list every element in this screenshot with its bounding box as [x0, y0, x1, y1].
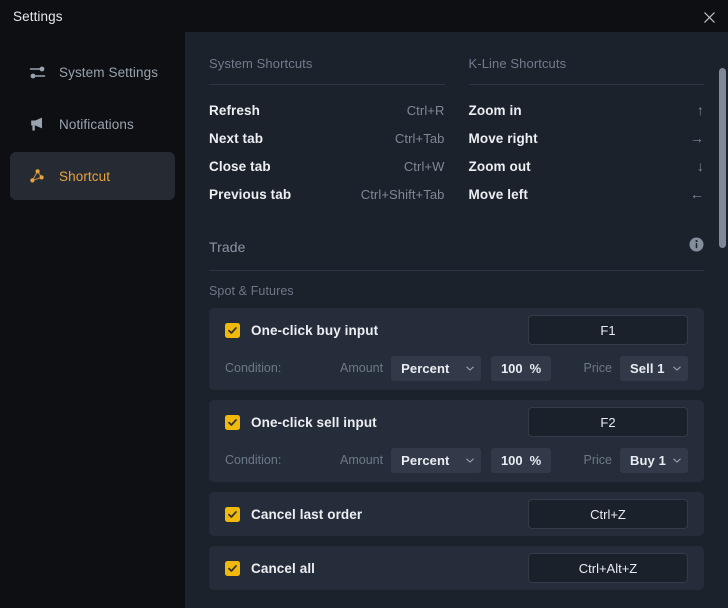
shortcut-name: Close tab: [209, 158, 271, 174]
shortcut-key: Ctrl+R: [406, 102, 445, 118]
trade-section-header: Trade: [209, 237, 704, 270]
shortcut-node-icon: [28, 167, 46, 185]
shortcut-row[interactable]: Refresh Ctrl+R: [209, 96, 445, 124]
amount-number: 100: [500, 360, 523, 376]
trade-card-label: One-click sell input: [251, 414, 377, 430]
divider: [468, 84, 704, 85]
system-shortcuts-column: System Shortcuts Refresh Ctrl+R Next tab…: [209, 56, 445, 208]
amount-value-input[interactable]: 100 %: [491, 355, 552, 381]
trade-title: Trade: [209, 239, 246, 255]
trade-card: Cancel all Ctrl+Alt+Z: [209, 546, 704, 590]
amount-number: 100: [500, 452, 523, 468]
amount-type-value: Percent: [401, 452, 450, 468]
shortcut-name: Move right: [468, 130, 538, 146]
kline-shortcuts-column: K-Line Shortcuts Zoom in ↑ Move right → …: [468, 56, 705, 208]
shortcut-row[interactable]: Move left ←: [469, 180, 705, 208]
key-binding-field[interactable]: F2: [528, 407, 688, 437]
enable-checkbox[interactable]: [225, 506, 240, 522]
trade-card: One-click buy input F1 Condition: Amount…: [209, 308, 704, 390]
shortcut-row[interactable]: Previous tab Ctrl+Shift+Tab: [209, 180, 445, 208]
chevron-down-icon: [673, 457, 681, 463]
sliders-icon: [28, 63, 46, 81]
title-bar: Settings: [0, 0, 728, 32]
trade-card-label: Cancel last order: [251, 506, 363, 522]
amount-type-select[interactable]: Percent: [391, 355, 482, 381]
settings-content-panel: System Shortcuts Refresh Ctrl+R Next tab…: [185, 32, 728, 608]
close-icon[interactable]: [699, 7, 719, 27]
shortcut-name: Next tab: [209, 130, 264, 146]
sidebar-item-label: Notifications: [59, 116, 134, 132]
key-binding-field[interactable]: F1: [528, 315, 688, 345]
chevron-down-icon: [466, 457, 474, 463]
shortcut-columns: System Shortcuts Refresh Ctrl+R Next tab…: [209, 56, 704, 208]
shortcut-name: Zoom in: [468, 102, 522, 118]
system-shortcuts-heading: System Shortcuts: [209, 56, 313, 71]
divider: [209, 270, 704, 271]
shortcut-row[interactable]: Close tab Ctrl+W: [209, 152, 445, 180]
key-binding-field[interactable]: Ctrl+Alt+Z: [528, 553, 688, 583]
price-type-value: Sell 1: [630, 360, 665, 376]
shortcut-key: ←: [689, 186, 704, 202]
amount-unit: %: [529, 452, 542, 468]
chevron-down-icon: [673, 365, 681, 371]
amount-unit: %: [529, 360, 542, 376]
price-label: Price: [583, 361, 612, 375]
shortcut-key: ↓: [696, 158, 704, 174]
shortcut-row[interactable]: Zoom out ↓: [469, 152, 705, 180]
sidebar-item-shortcut[interactable]: Shortcut: [10, 152, 175, 200]
trade-card: One-click sell input F2 Condition: Amoun…: [209, 400, 704, 482]
megaphone-icon: [28, 115, 46, 133]
amount-value-input[interactable]: 100 %: [491, 447, 552, 473]
sidebar: System Settings Notifications Shortcut: [0, 32, 185, 608]
shortcut-key: →: [689, 130, 704, 146]
amount-type-value: Percent: [401, 360, 450, 376]
shortcut-key: Ctrl+Tab: [394, 130, 445, 146]
price-type-value: Buy 1: [630, 452, 666, 468]
price-label: Price: [583, 453, 612, 467]
sidebar-item-label: System Settings: [59, 64, 159, 80]
enable-checkbox[interactable]: [225, 560, 240, 576]
shortcut-key: Ctrl+W: [403, 158, 445, 174]
info-icon[interactable]: [689, 237, 704, 257]
shortcut-name: Refresh: [209, 102, 260, 118]
condition-label: Condition:: [225, 453, 282, 467]
sidebar-item-system-settings[interactable]: System Settings: [10, 48, 175, 96]
amount-label: Amount: [340, 361, 384, 375]
enable-checkbox[interactable]: [225, 414, 240, 430]
trade-card-label: One-click buy input: [251, 322, 379, 338]
sidebar-item-notifications[interactable]: Notifications: [10, 100, 175, 148]
shortcut-name: Move left: [468, 186, 528, 202]
price-type-select[interactable]: Buy 1: [620, 447, 688, 473]
shortcut-name: Zoom out: [468, 158, 531, 174]
key-binding-field[interactable]: Ctrl+Z: [528, 499, 688, 529]
price-type-select[interactable]: Sell 1: [620, 355, 688, 381]
shortcut-key: Ctrl+Shift+Tab: [360, 186, 445, 202]
shortcut-key: ↑: [696, 102, 704, 118]
spot-futures-subheading: Spot & Futures: [209, 284, 294, 298]
amount-type-select[interactable]: Percent: [391, 447, 482, 473]
divider: [209, 84, 445, 85]
enable-checkbox[interactable]: [225, 322, 240, 338]
shortcut-row[interactable]: Move right →: [469, 124, 705, 152]
settings-dialog: Settings System Settings Notifications S…: [0, 0, 728, 608]
sidebar-item-label: Shortcut: [59, 168, 111, 184]
window-title: Settings: [13, 8, 63, 24]
shortcut-row[interactable]: Zoom in ↑: [469, 96, 705, 124]
kline-shortcuts-heading: K-Line Shortcuts: [468, 56, 567, 71]
shortcut-row[interactable]: Next tab Ctrl+Tab: [209, 124, 445, 152]
amount-label: Amount: [340, 453, 384, 467]
trade-card-label: Cancel all: [251, 560, 316, 576]
shortcut-name: Previous tab: [209, 186, 292, 202]
content-scrollbar-track[interactable]: [718, 64, 728, 608]
content-scrollbar-thumb[interactable]: [719, 68, 726, 248]
condition-label: Condition:: [225, 361, 282, 375]
chevron-down-icon: [466, 365, 474, 371]
trade-card: Cancel last order Ctrl+Z: [209, 492, 704, 536]
